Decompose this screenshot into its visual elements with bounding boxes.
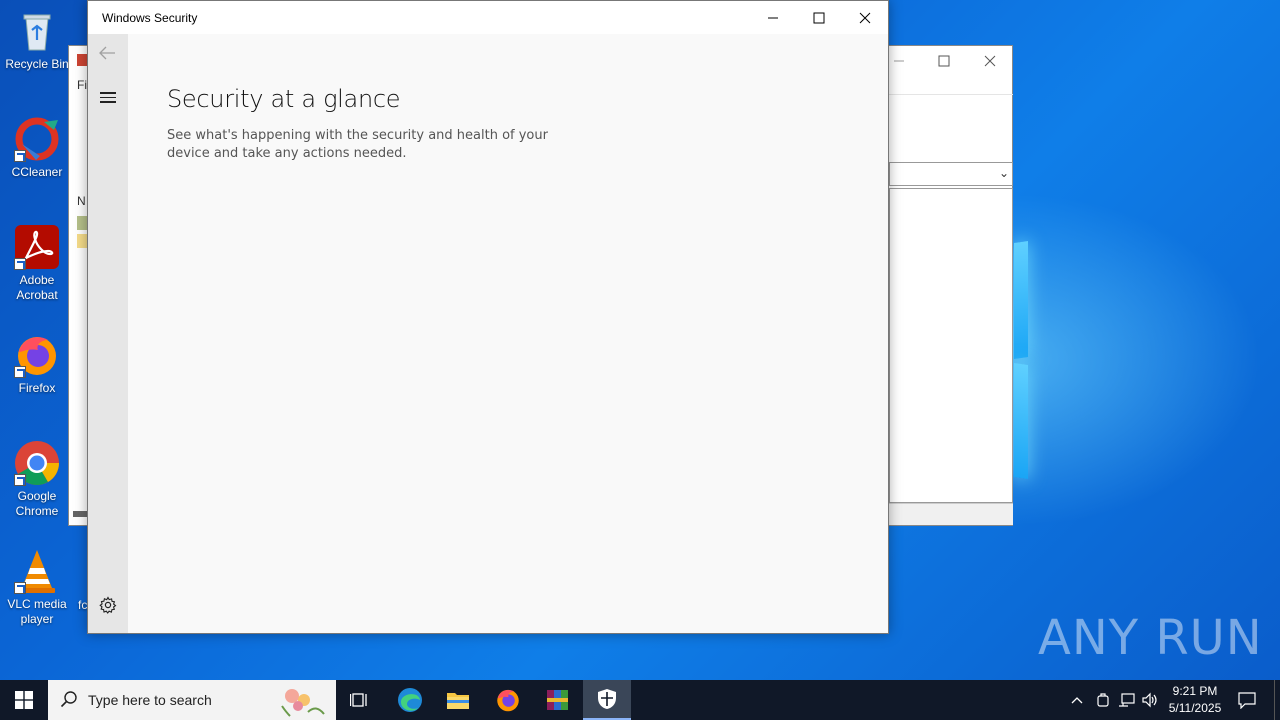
hamburger-icon <box>100 92 116 94</box>
page-description: See what's happening with the security a… <box>167 128 548 161</box>
firefox-icon <box>14 332 60 378</box>
windows-logo-pane <box>1014 241 1028 359</box>
search-placeholder: Type here to search <box>88 692 212 708</box>
search-highlight-decoration <box>272 682 328 718</box>
adobe-acrobat-icon <box>14 224 60 270</box>
status-bar <box>889 503 1013 525</box>
navigation-rail <box>88 34 128 633</box>
recycle-bin-icon <box>14 8 60 54</box>
start-button[interactable] <box>0 680 48 720</box>
desktop-icon-google-chrome[interactable]: Google Chrome <box>2 440 72 519</box>
gear-icon <box>99 596 117 614</box>
edge-icon <box>398 688 422 712</box>
task-view-icon <box>350 693 367 707</box>
back-button[interactable] <box>98 44 116 65</box>
firefox-icon <box>497 689 519 712</box>
window-title: Windows Security <box>102 11 198 25</box>
page-title: Security at a glance <box>167 85 401 113</box>
desktop-icon-adobe-acrobat[interactable]: Adobe Acrobat <box>2 224 72 303</box>
system-clock[interactable]: 9:21 PM 5/11/2025 <box>1160 683 1230 717</box>
desktop-icon-ccleaner[interactable]: CCleaner <box>2 116 72 180</box>
close-icon <box>859 12 871 23</box>
folder-icon <box>447 693 469 709</box>
minimize-button[interactable] <box>893 54 905 70</box>
action-center-button[interactable] <box>1238 680 1256 720</box>
taskbar-winrar[interactable] <box>534 680 582 720</box>
desktop-icon-label: Adobe Acrobat <box>16 273 58 302</box>
ccleaner-icon <box>14 116 60 162</box>
desktop-icon-label: Google Chrome <box>15 489 59 518</box>
search-icon <box>60 690 78 713</box>
chrome-icon <box>14 440 60 486</box>
back-arrow-icon <box>99 46 115 60</box>
network-icon <box>1119 693 1135 707</box>
windows-security-window[interactable]: Windows Security Security at a glance Se… <box>87 0 889 634</box>
vlc-icon <box>14 548 60 594</box>
taskbar-firefox[interactable] <box>484 680 532 720</box>
maximize-button[interactable] <box>938 54 950 70</box>
settings-button[interactable] <box>99 596 117 619</box>
tray-network-icon[interactable] <box>1118 680 1136 720</box>
desktop-icon-label: Firefox <box>18 381 56 395</box>
path-dropdown[interactable]: ⌄ <box>889 162 1013 186</box>
shortcut-arrow-icon <box>14 150 26 162</box>
shortcut-arrow-icon <box>14 582 26 594</box>
minimize-icon <box>768 17 778 18</box>
title-bar[interactable]: Windows Security <box>88 1 888 34</box>
desktop-icon-label: CCleaner <box>11 165 63 179</box>
desktop-icon-label: Recycle Bin <box>5 57 69 71</box>
minimize-button[interactable] <box>750 1 796 34</box>
shortcut-arrow-icon <box>14 258 26 270</box>
desktop-icon-label: VLC media player <box>7 597 67 626</box>
clock-date: 5/11/2025 <box>1168 701 1222 715</box>
clock-time: 9:21 PM <box>1172 684 1218 698</box>
windows-logo-pane <box>1014 363 1028 479</box>
divider <box>889 94 1013 95</box>
close-button[interactable] <box>842 1 888 34</box>
close-button[interactable] <box>984 54 996 70</box>
task-view-button[interactable] <box>336 680 384 720</box>
desktop-icon-label-partial: fc <box>78 598 88 612</box>
device-icon <box>1097 693 1109 707</box>
desktop-icon-recycle-bin[interactable]: Recycle Bin <box>2 8 72 72</box>
taskbar: Type here to search 9:21 PM 5/11/2025 <box>0 680 1280 720</box>
menu-button[interactable] <box>100 92 116 106</box>
maximize-button[interactable] <box>796 1 842 34</box>
speaker-icon <box>1142 692 1157 708</box>
anyrun-watermark: ANY RUN <box>1038 610 1263 666</box>
maximize-icon <box>813 12 825 23</box>
taskbar-windows-security[interactable] <box>583 680 631 720</box>
show-desktop-button[interactable] <box>1274 680 1275 720</box>
desktop-icon-firefox[interactable]: Firefox <box>2 332 72 396</box>
desktop-icon-vlc[interactable]: VLC media player <box>2 548 72 627</box>
winrar-icon <box>547 690 568 710</box>
windows-start-icon <box>15 691 33 709</box>
tray-volume-icon[interactable] <box>1141 680 1159 720</box>
taskbar-file-explorer[interactable] <box>434 680 482 720</box>
shortcut-arrow-icon <box>14 474 26 486</box>
shield-icon <box>598 689 616 709</box>
file-list[interactable] <box>889 188 1013 503</box>
taskbar-search-box[interactable]: Type here to search <box>48 680 336 720</box>
tray-device-icon[interactable] <box>1095 680 1111 720</box>
chevron-up-icon <box>1071 697 1083 704</box>
chevron-down-icon: ⌄ <box>998 166 1009 180</box>
taskbar-edge[interactable] <box>386 680 434 720</box>
notification-icon <box>1238 692 1256 709</box>
shortcut-arrow-icon <box>14 366 26 378</box>
column-header-fragment: N <box>77 194 86 208</box>
show-hidden-icons-button[interactable] <box>1070 680 1084 720</box>
